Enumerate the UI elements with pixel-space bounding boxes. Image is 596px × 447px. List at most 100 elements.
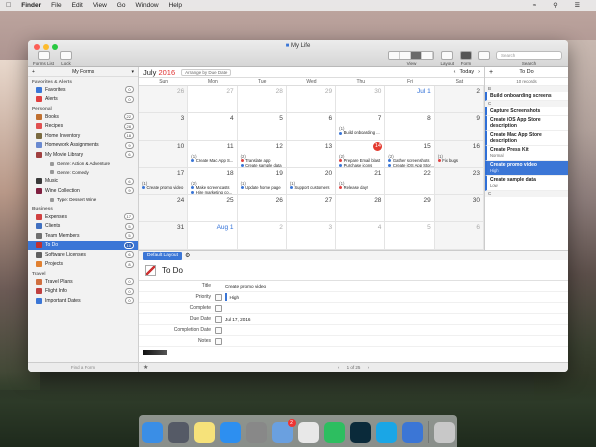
record-item[interactable]: Create sample data Low (485, 176, 568, 191)
sidebar-item-team-members[interactable]: Team Members 5 (28, 231, 138, 241)
calendar-day[interactable]: 19 (1) Update home page (237, 167, 287, 196)
sidebar-item-important-dates[interactable]: Important Dates 0 (28, 296, 138, 306)
calendar-day[interactable]: 13 (286, 140, 337, 168)
calendar-day[interactable]: 12 (2) Translate app Create sample data (237, 140, 287, 168)
calendar-event[interactable]: Create Mac App S... (188, 158, 236, 163)
add-form-icon[interactable]: + (32, 69, 35, 75)
layout-settings-icon[interactable]: ⚙ (185, 252, 190, 259)
notes-icon[interactable] (193, 421, 215, 443)
filter-button[interactable] (478, 51, 490, 61)
calendar-day[interactable]: 3 (286, 222, 337, 250)
calendar-day[interactable]: 28 (336, 195, 386, 223)
calendar-event[interactable]: Create promo video (139, 185, 187, 190)
form-button[interactable]: Form (460, 51, 472, 66)
sidebar-item-books[interactable]: Books 22 (28, 112, 138, 122)
skype-icon[interactable] (375, 421, 397, 443)
calendar-day[interactable]: 6 (434, 222, 484, 250)
calendar-event[interactable]: Fix bugs (435, 158, 483, 163)
calendar-day[interactable]: 3 (139, 113, 189, 141)
calendar-day[interactable]: 11 (1) Create Mac App S... (188, 140, 238, 168)
calendar-day[interactable]: 24 (139, 195, 189, 223)
chevron-down-icon[interactable]: ▾ (131, 69, 134, 75)
sidebar-item-expenses[interactable]: Expenses 17 (28, 212, 138, 222)
view-grid-icon[interactable] (422, 52, 434, 59)
calendar-icon[interactable] (215, 326, 222, 334)
calendar-day[interactable]: 29 (286, 86, 337, 114)
calendar-day[interactable]: 5 (237, 113, 287, 141)
search-icon[interactable]: ⚲ (553, 2, 557, 9)
prev-month-button[interactable]: ‹ (454, 69, 456, 75)
calendar-day[interactable]: 27 (286, 195, 337, 223)
view-calendar-icon[interactable] (411, 52, 423, 59)
sidebar-item-homework-assignments[interactable]: Homework Assignments 9 (28, 141, 138, 151)
menu-edit[interactable]: Edit (72, 2, 83, 9)
mail-icon[interactable]: 2 (271, 418, 296, 443)
calendar-day[interactable]: 2 (237, 222, 287, 250)
sidebar-item-to-do[interactable]: To Do 10 (28, 240, 138, 250)
sidebar-item-alerts[interactable]: Alerts 0 (28, 95, 138, 105)
sidebar-item-wine-collection[interactable]: Wine Collection 9 (28, 186, 138, 196)
calendar-day[interactable]: 31 (139, 222, 189, 250)
app-store-icon[interactable] (219, 421, 241, 443)
view-table-icon[interactable] (400, 52, 412, 59)
calendar-day[interactable]: 4 (188, 113, 238, 141)
sidebar-item-music[interactable]: Music 6 (28, 177, 138, 187)
view-list-icon[interactable] (389, 52, 401, 59)
menu-finder[interactable]: Finder (21, 2, 41, 9)
star-icon[interactable]: ★ (143, 363, 148, 372)
menu-go[interactable]: Go (117, 2, 126, 9)
sidebar-saved-search[interactable]: Genre: Comedy (28, 168, 138, 177)
calendar-day[interactable]: 7 (1) Build onboarding ... (336, 113, 386, 141)
calendar-day[interactable]: 2 (434, 86, 484, 114)
record-item[interactable]: Build onboarding screens (485, 92, 568, 101)
calendar-day[interactable]: 29 (385, 195, 435, 223)
next-month-button[interactable]: › (478, 69, 480, 75)
checkbox-icon[interactable] (215, 304, 222, 312)
sidebar-item-home-inventory[interactable]: Home Inventory 18 (28, 131, 138, 141)
sidebar-item-clients[interactable]: Clients 5 (28, 222, 138, 232)
calendar-day[interactable]: 14 (2) Prepare Email blast Purchase icons (336, 140, 386, 168)
forms-list-button[interactable]: Forms List (33, 51, 54, 66)
sidebar-item-favorites[interactable]: Favorites 0 (28, 85, 138, 95)
today-button[interactable]: Today (459, 69, 474, 75)
sidebar-item-software-licenses[interactable]: Software Licenses 6 (28, 250, 138, 260)
record-item[interactable]: Create iOS App Store description (485, 116, 568, 131)
sidebar-saved-search[interactable]: Type: Dessert Wine (28, 196, 138, 205)
photoshop-icon[interactable] (349, 421, 371, 443)
calendar-day[interactable]: 16 (1) Fix bugs (434, 140, 484, 168)
calendar-day[interactable]: 17 (1) Create promo video (139, 167, 189, 196)
sidebar-item-flight-info[interactable]: Flight Info 0 (28, 287, 138, 297)
sidebar-item-projects[interactable]: Projects 8 (28, 260, 138, 270)
sidebar-item-travel-plans[interactable]: Travel Plans 0 (28, 277, 138, 287)
calendar-day[interactable]: 15 (2) Gather screenshots Create iOS App St… (385, 140, 435, 168)
calendar-icon[interactable] (215, 315, 222, 323)
calendar-event[interactable]: Update home page (238, 185, 286, 190)
calendar-day[interactable]: 27 (188, 86, 238, 114)
wifi-icon[interactable]: ≈ (533, 3, 536, 9)
default-layout-tab[interactable]: Default Layout (143, 251, 182, 260)
record-item[interactable]: Create Mac App Store description (485, 131, 568, 146)
calendar-day[interactable]: 30 (336, 86, 386, 114)
add-record-icon[interactable]: + (489, 69, 493, 76)
layout-button[interactable]: Layout (440, 51, 454, 66)
field-value[interactable]: High (230, 295, 240, 300)
calendar-event[interactable]: Support customers (287, 185, 335, 190)
field-value[interactable]: Jul 17, 2016 (225, 317, 251, 322)
menu-help[interactable]: Help (169, 2, 182, 9)
menu-icon[interactable]: ☰ (575, 2, 580, 9)
chrome-icon[interactable] (297, 421, 319, 443)
arrange-dropdown[interactable]: Arrange by Due Date (181, 68, 232, 76)
record-item[interactable]: Create promo video High (485, 161, 568, 176)
record-item[interactable]: Capture Screenshots (485, 107, 568, 116)
calendar-day[interactable]: 9 (434, 113, 484, 141)
sidebar-item-recipes[interactable]: Recipes 28 (28, 122, 138, 132)
calendar-day[interactable]: 23 (434, 167, 484, 196)
calendar-day[interactable]: 10 (139, 140, 189, 168)
sidebar-item-my-movie-library[interactable]: My Movie Library 6 (28, 150, 138, 160)
apple-menu-icon[interactable]:  (6, 2, 11, 9)
calendar-event[interactable]: Build onboarding ... (336, 130, 384, 135)
menu-view[interactable]: View (93, 2, 107, 9)
finder-icon[interactable] (141, 421, 163, 443)
sidebar-saved-search[interactable]: Genre: Action & Adventure (28, 160, 138, 169)
menu-file[interactable]: File (51, 2, 61, 9)
